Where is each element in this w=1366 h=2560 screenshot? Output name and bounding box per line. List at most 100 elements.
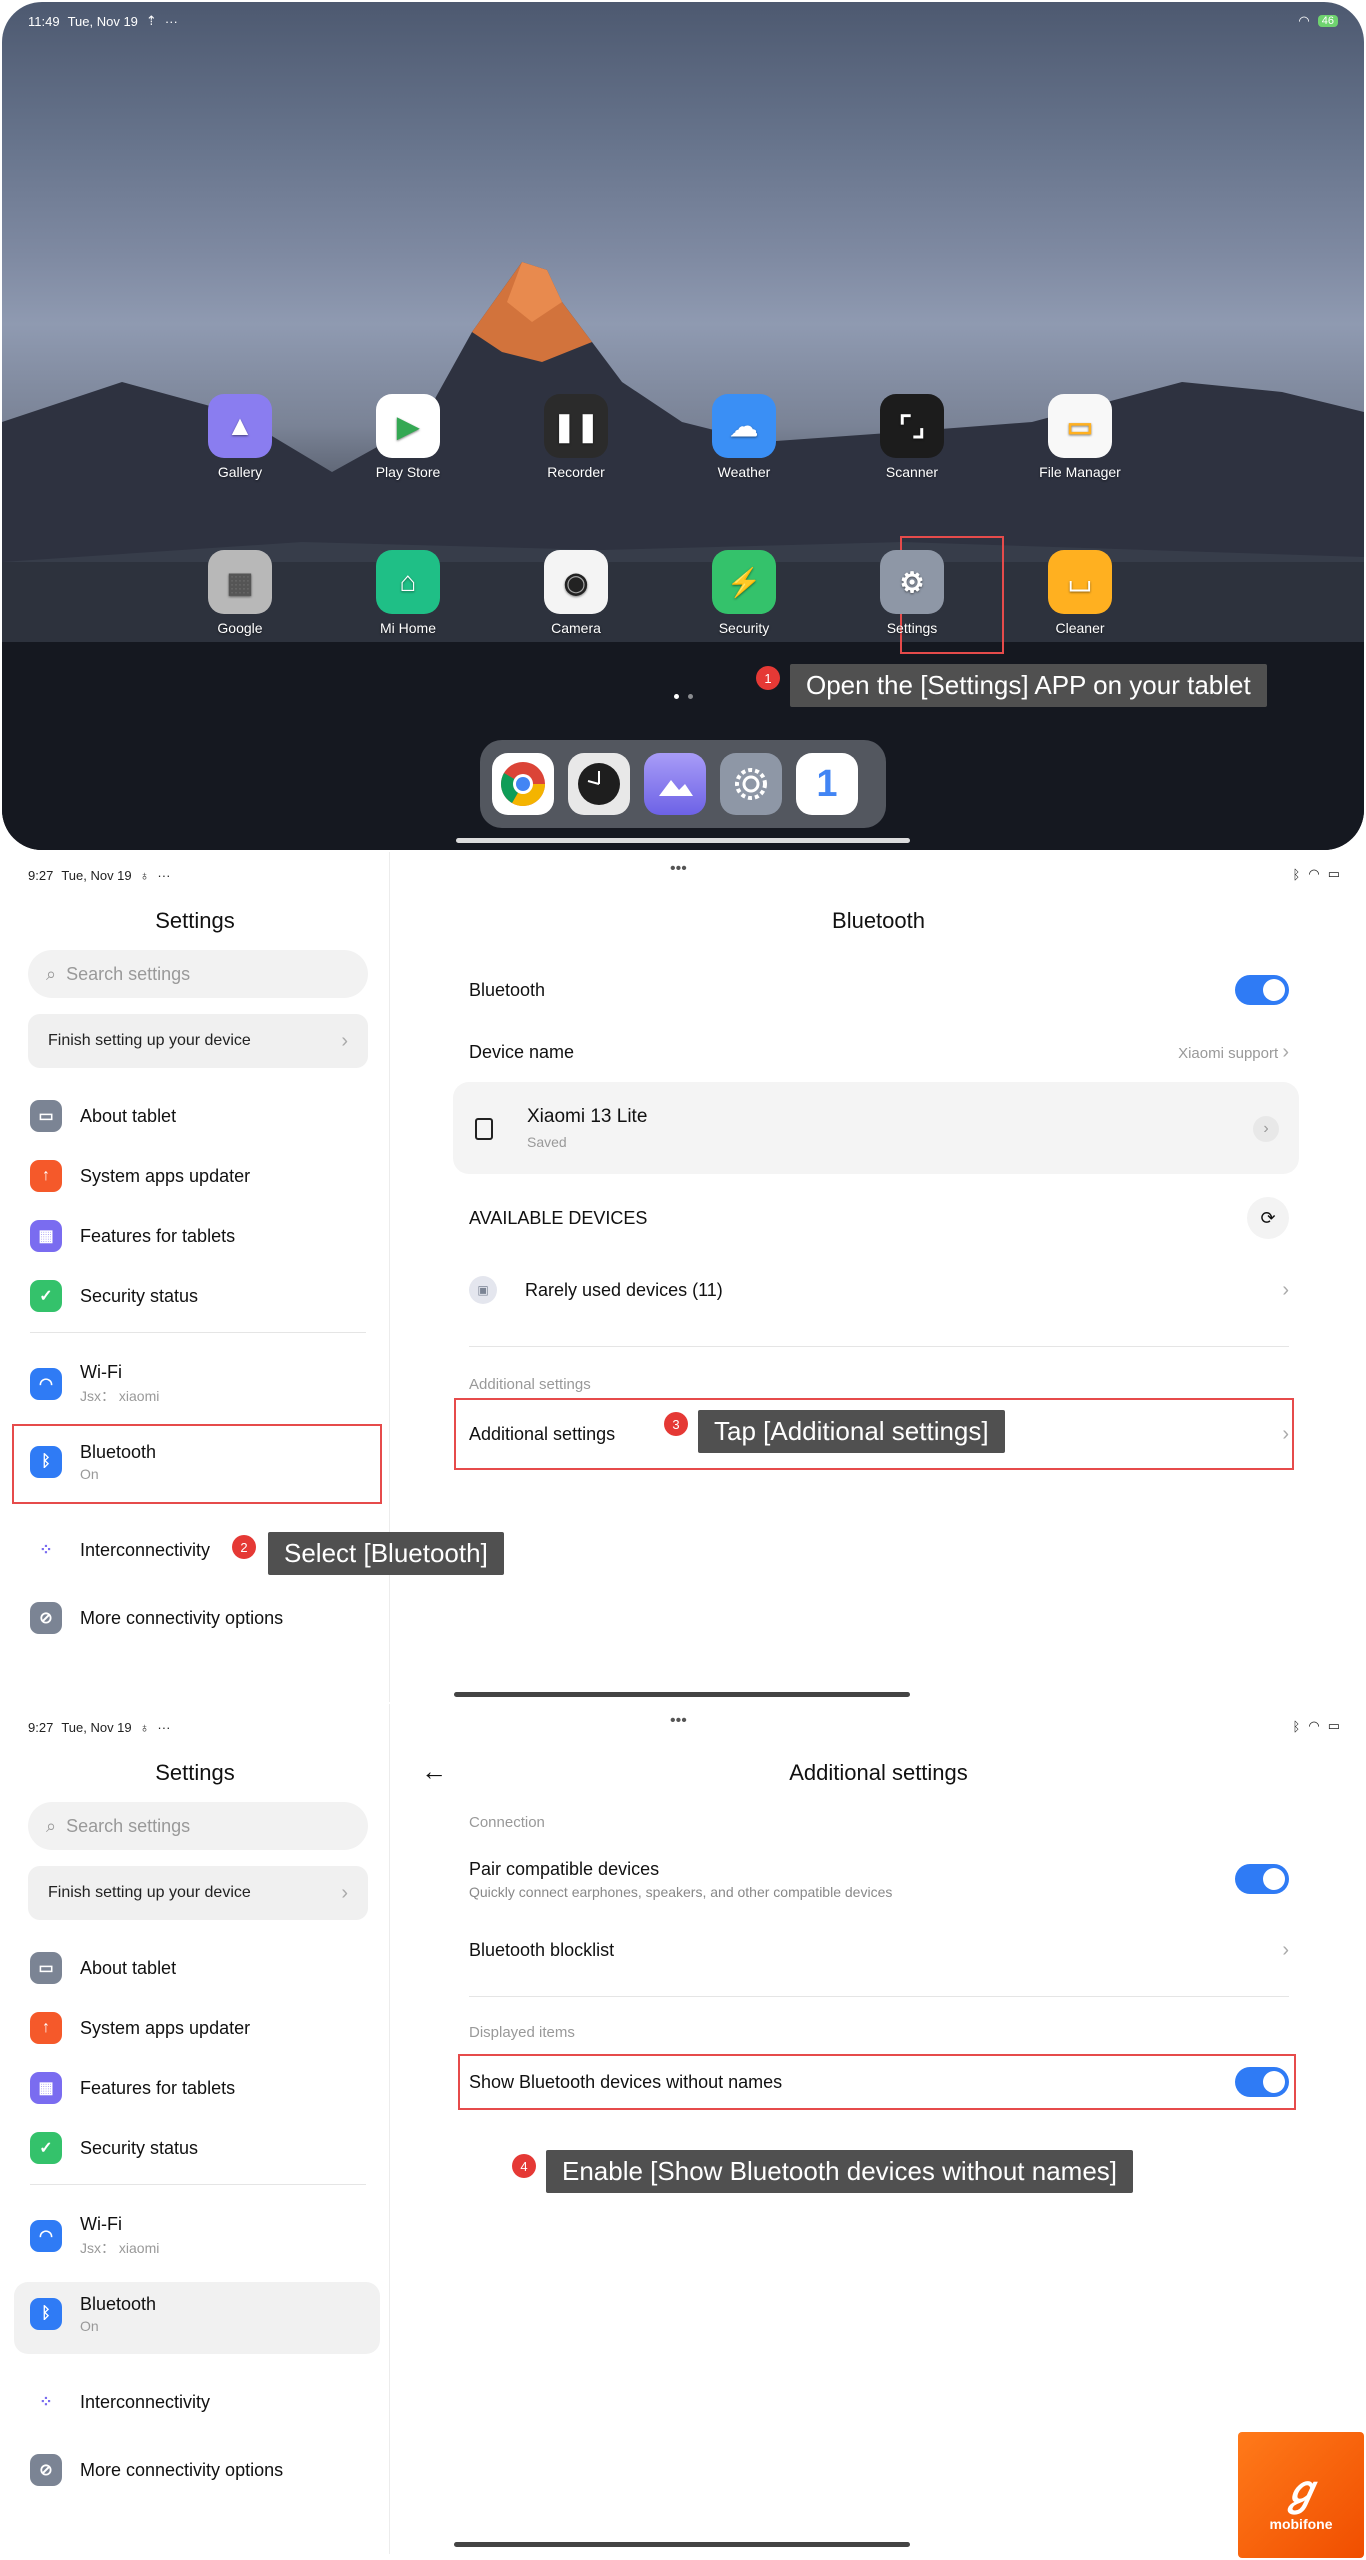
search-input[interactable]: ⌕ Search settings (28, 950, 368, 998)
battery-icon: 46 (1317, 15, 1338, 27)
home-gesture-handle[interactable] (456, 838, 910, 843)
chevron-right-icon: › (1282, 1938, 1289, 1961)
app-label: Security (718, 620, 770, 636)
search-input[interactable]: ⌕ Search settings (28, 1802, 368, 1850)
settings-gear-icon[interactable] (720, 753, 782, 815)
sidebar-item-bluetooth[interactable]: ᛒ Bluetooth On (30, 2292, 156, 2336)
blocklist-row[interactable]: Bluetooth blocklist › (469, 1930, 1289, 1970)
play-store-icon: ▶ (376, 394, 440, 458)
app-label: Mi Home (379, 620, 436, 636)
interconnectivity-icon: ⁘ (30, 2386, 62, 2418)
update-arrow-icon: ↑ (30, 1160, 62, 1192)
mobifone-watermark-logo: ℊ mobifone (1238, 2432, 1364, 2558)
sidebar-item-more-connectivity-options[interactable]: ⊘ More connectivity options (30, 1596, 283, 1640)
sidebar-item-label: Interconnectivity (80, 1539, 211, 1560)
status-bar-right: ◠ 46 (1298, 12, 1338, 30)
rarely-used-row[interactable]: ▣ Rarely used devices (11) › (469, 1270, 1289, 1310)
clock-icon[interactable] (568, 753, 630, 815)
divider (469, 1346, 1289, 1347)
pair-compatible-toggle[interactable] (1235, 1864, 1289, 1894)
saved-device-card[interactable]: Xiaomi 13 Lite Saved › (453, 1082, 1299, 1174)
step-tooltip-3: Tap [Additional settings] (698, 1410, 1005, 1453)
app-settings[interactable]: ⚙ Settings (862, 550, 962, 636)
app-file-manager[interactable]: ▭ File Manager (1030, 394, 1130, 480)
search-placeholder: Search settings (66, 1815, 191, 1836)
chevron-right-icon: › (341, 1881, 348, 1904)
finish-setup-banner[interactable]: Finish setting up your device › (28, 1014, 368, 1068)
tablet-icon: ▭ (30, 1952, 62, 1984)
app-weather[interactable]: ☁ Weather (694, 394, 794, 480)
bluetooth-toggle[interactable] (1235, 975, 1289, 1005)
sidebar-item-features-for-tablets[interactable]: ▦ Features for tablets (30, 1214, 235, 1258)
sidebar-item-wi-fi[interactable]: ◠ Wi-Fi Jsx： xiaomi (30, 2214, 159, 2258)
more-dots-icon: ··· (164, 13, 178, 29)
app-label: Camera (551, 620, 601, 636)
bluetooth-toggle-row[interactable]: Bluetooth (469, 970, 1289, 1010)
status-bar: 11:49 Tue, Nov 19 ⇡ ··· (28, 12, 178, 30)
sidebar-item-features-for-tablets[interactable]: ▦ Features for tablets (30, 2066, 235, 2110)
rarely-used-label: Rarely used devices (11) (525, 1279, 723, 1300)
sidebar-item-subtitle: Jsx： xiaomi (80, 1388, 160, 1404)
refresh-icon[interactable]: ⟳ (1247, 1197, 1289, 1239)
sidebar-item-wi-fi[interactable]: ◠ Wi-Fi Jsx： xiaomi (30, 1362, 159, 1406)
chrome-icon[interactable] (492, 753, 554, 815)
security-shield-icon: ✓ (30, 1280, 62, 1312)
app-google[interactable]: ▦ Google (190, 550, 290, 636)
tablet-icon: ▭ (30, 1100, 62, 1132)
gallery-icon[interactable] (644, 753, 706, 815)
weather-icon: ☁ (712, 394, 776, 458)
connection-caption: Connection (469, 1814, 545, 1831)
app-gallery[interactable]: ▲ Gallery (190, 394, 290, 480)
app-mi-home[interactable]: ⌂ Mi Home (358, 550, 458, 636)
sidebar-item-label: Features for tablets (80, 2077, 236, 2098)
finish-setup-banner[interactable]: Finish setting up your device › (28, 1866, 368, 1920)
app-play-store[interactable]: ▶ Play Store (358, 394, 458, 480)
step-tooltip-1: Open the [Settings] APP on your tablet (790, 664, 1267, 707)
sidebar-item-label: More connectivity options (80, 2459, 284, 2480)
sidebar-title: Settings (155, 1760, 235, 1785)
chevron-right-icon: › (1282, 1040, 1289, 1063)
recorder-icon: ❚❚ (544, 394, 608, 458)
app-security[interactable]: ⚡ Security (694, 550, 794, 636)
saved-device-status: Saved (527, 1134, 567, 1150)
device-detail-icon[interactable]: › (1253, 1116, 1279, 1142)
wifi-icon: ◠ (30, 2220, 62, 2252)
sidebar-item-subtitle: Jsx： xiaomi (80, 2240, 160, 2256)
search-icon: ⌕ (46, 963, 57, 984)
step-badge-3: 3 (664, 1412, 688, 1436)
sidebar-item-label: About tablet (80, 1957, 177, 1978)
sidebar-item-about-tablet[interactable]: ▭ About tablet (30, 1094, 176, 1138)
highlight-show-unnamed-devices (458, 2054, 1296, 2110)
sidebar-item-system-apps-updater[interactable]: ↑ System apps updater (30, 1154, 250, 1198)
pair-compatible-row[interactable]: Pair compatible devices Quickly connect … (469, 1854, 1289, 1904)
sidebar-item-about-tablet[interactable]: ▭ About tablet (30, 1946, 176, 1990)
sidebar-item-more-connectivity-options[interactable]: ⊘ More connectivity options (30, 2448, 283, 2492)
upload-icon: ⇡ (145, 13, 157, 28)
status-time: 11:49 (28, 13, 60, 29)
sidebar-item-security-status[interactable]: ✓ Security status (30, 2126, 198, 2170)
app-label: Google (217, 620, 263, 636)
device-name-row[interactable]: Device name Xiaomi support › (469, 1032, 1289, 1072)
bluetooth-icon: ᛒ (30, 2298, 62, 2330)
app-label: Scanner (885, 464, 939, 480)
app-label: Settings (886, 620, 938, 636)
app-camera[interactable]: ◉ Camera (526, 550, 626, 636)
home-gesture-handle[interactable] (454, 1692, 910, 1697)
app-recorder[interactable]: ❚❚ Recorder (526, 394, 626, 480)
device-name-value: Xiaomi support (1178, 1044, 1279, 1062)
update-arrow-icon: ↑ (30, 2012, 62, 2044)
google-one-icon[interactable]: 1 (796, 753, 858, 815)
sidebar-item-interconnectivity[interactable]: ⁘ Interconnectivity (30, 1528, 210, 1572)
page-indicator-active (674, 694, 679, 699)
app-scanner[interactable]: ⌜⌟ Scanner (862, 394, 962, 480)
finish-setup-label: Finish setting up your device (48, 1032, 251, 1049)
sidebar-item-security-status[interactable]: ✓ Security status (30, 1274, 198, 1318)
home-gesture-handle[interactable] (454, 2542, 910, 2547)
saved-device-name: Xiaomi 13 Lite (527, 1106, 648, 1127)
sidebar-item-interconnectivity[interactable]: ⁘ Interconnectivity (30, 2380, 210, 2424)
scanner-icon: ⌜⌟ (880, 394, 944, 458)
displayed-items-caption: Displayed items (469, 2024, 575, 2041)
divider (469, 1996, 1289, 1997)
app-cleaner[interactable]: ⌴ Cleaner (1030, 550, 1130, 636)
sidebar-item-system-apps-updater[interactable]: ↑ System apps updater (30, 2006, 250, 2050)
